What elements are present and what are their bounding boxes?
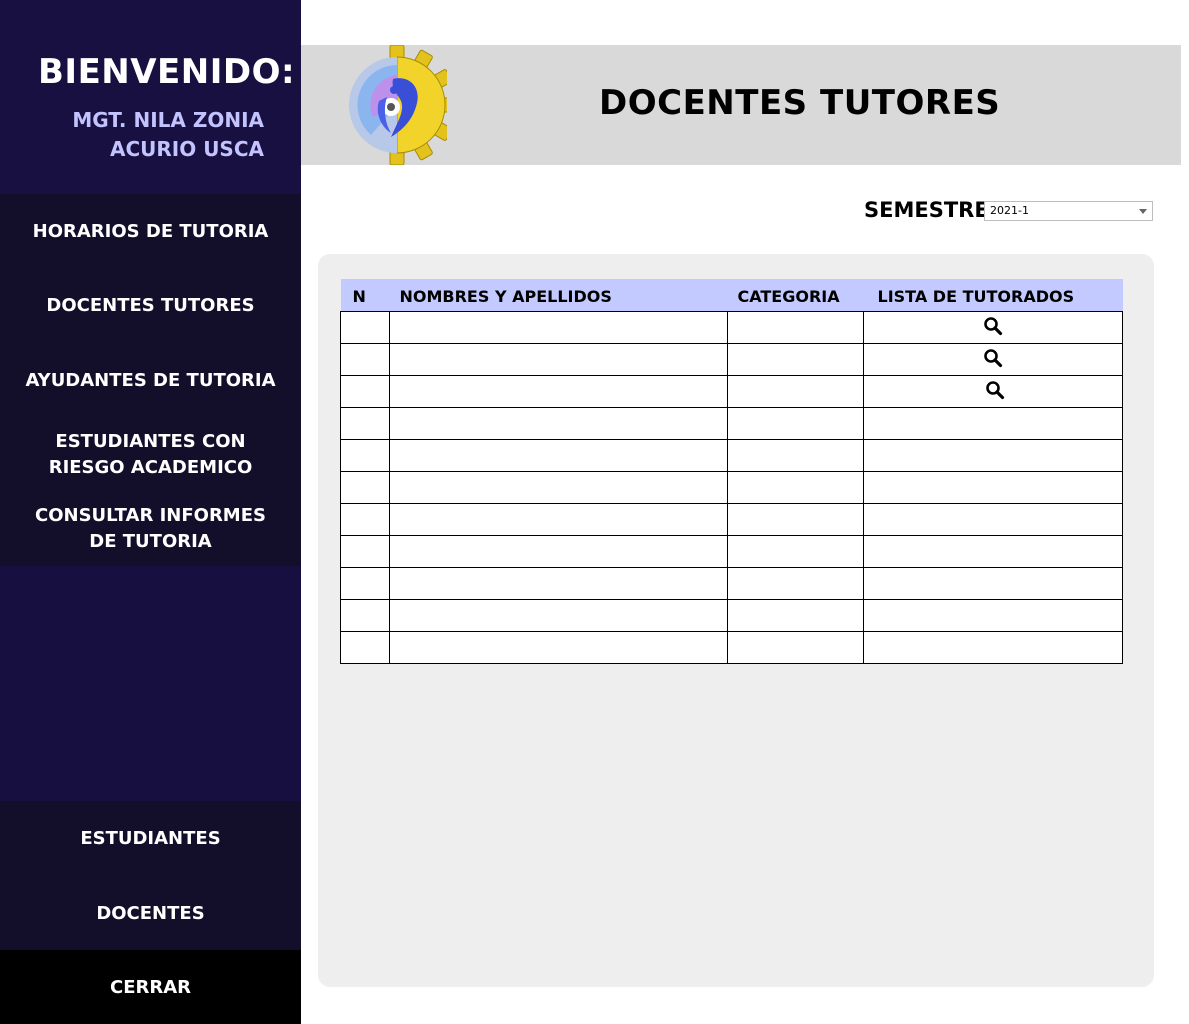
menu-item-ayudantes-de-tutoria[interactable]: AYUDANTES DE TUTORIA [0,368,301,394]
search-icon[interactable] [983,316,1003,336]
cell-lista-tutorados [863,407,1123,440]
cell-lista-tutorados [863,535,1123,568]
table-row [340,375,1123,408]
cell-lista-tutorados [863,439,1123,472]
cell-lista-tutorados [863,599,1123,632]
cell-categoria [727,503,864,536]
cell-categoria [727,439,864,472]
cell-n [340,343,390,376]
cell-nombres [389,375,728,408]
cell-n [340,503,390,536]
column-header-n: N [340,279,390,312]
cell-nombres [389,631,728,664]
cell-nombres [389,343,728,376]
cell-n [340,631,390,664]
user-name-line2: ACURIO USCA [109,137,264,161]
semester-select[interactable]: 2021-1 [984,201,1153,221]
tutors-table: N NOMBRES Y APELLIDOS CATEGORIA LISTA DE… [340,279,1123,664]
cell-n [340,567,390,600]
table-row [340,599,1123,632]
semester-selected-value: 2021-1 [990,204,1029,217]
search-icon[interactable] [985,380,1005,400]
column-header-nombres: NOMBRES Y APELLIDOS [389,279,728,312]
user-name: MGT. NILA ZONIA ACURIO USCA [44,106,264,164]
menu-item-consultar-informes[interactable]: CONSULTAR INFORMES DE TUTORIA [30,503,271,555]
cell-nombres [389,567,728,600]
cell-lista-tutorados [863,311,1123,344]
table-row [340,567,1123,600]
cell-categoria [727,375,864,408]
cell-categoria [727,311,864,344]
cell-lista-tutorados [863,631,1123,664]
cell-n [340,311,390,344]
cell-lista-tutorados [863,375,1123,408]
cell-n [340,439,390,472]
table-row [340,535,1123,568]
main-menu: HORARIOS DE TUTORIA DOCENTES TUTORES AYU… [0,194,301,566]
cell-lista-tutorados [863,471,1123,504]
menu-item-docentes[interactable]: DOCENTES [0,901,301,927]
cell-n [340,407,390,440]
cell-n [340,535,390,568]
user-name-line1: MGT. NILA ZONIA [72,108,264,132]
cell-n [340,471,390,504]
cell-lista-tutorados [863,567,1123,600]
gear-cd-logo-icon [349,45,447,165]
chevron-down-icon [1139,209,1147,214]
close-button-label: CERRAR [109,977,192,998]
semester-label: SEMESTRE: [864,198,998,222]
cell-nombres [389,535,728,568]
table-row [340,471,1123,504]
table-row [340,503,1123,536]
cell-nombres [389,311,728,344]
welcome-panel: BIENVENIDO: MGT. NILA ZONIA ACURIO USCA [0,0,301,194]
cell-lista-tutorados [863,503,1123,536]
menu-item-estudiantes[interactable]: ESTUDIANTES [0,826,301,852]
welcome-title: BIENVENIDO: [38,52,296,92]
menu-item-estudiantes-riesgo-academico[interactable]: ESTUDIANTES CON RIESGO ACADEMICO [40,429,261,481]
cell-categoria [727,631,864,664]
cell-nombres [389,503,728,536]
column-header-lista-tutorados: LISTA DE TUTORADOS [863,279,1123,312]
cell-nombres [389,407,728,440]
cell-n [340,375,390,408]
cell-categoria [727,599,864,632]
table-header-row: N NOMBRES Y APELLIDOS CATEGORIA LISTA DE… [340,279,1123,312]
cell-nombres [389,439,728,472]
close-button[interactable]: CERRAR [0,950,301,1024]
cell-nombres [389,599,728,632]
cell-categoria [727,535,864,568]
table-row [340,631,1123,664]
cell-categoria [727,343,864,376]
table-row [340,407,1123,440]
cell-nombres [389,471,728,504]
cell-lista-tutorados [863,343,1123,376]
secondary-menu: ESTUDIANTES DOCENTES [0,801,301,950]
cell-categoria [727,471,864,504]
table-row [340,311,1123,344]
table-body [340,311,1123,664]
page-header: DOCENTES TUTORES [301,45,1181,165]
menu-item-horarios-de-tutoria[interactable]: HORARIOS DE TUTORIA [0,219,301,245]
column-header-categoria: CATEGORIA [727,279,864,312]
table-row [340,439,1123,472]
table-row [340,343,1123,376]
cell-categoria [727,407,864,440]
search-icon[interactable] [983,348,1003,368]
page-title: DOCENTES TUTORES [599,83,1001,123]
menu-item-docentes-tutores[interactable]: DOCENTES TUTORES [0,293,301,319]
cell-categoria [727,567,864,600]
cell-n [340,599,390,632]
sidebar: BIENVENIDO: MGT. NILA ZONIA ACURIO USCA … [0,0,301,1024]
